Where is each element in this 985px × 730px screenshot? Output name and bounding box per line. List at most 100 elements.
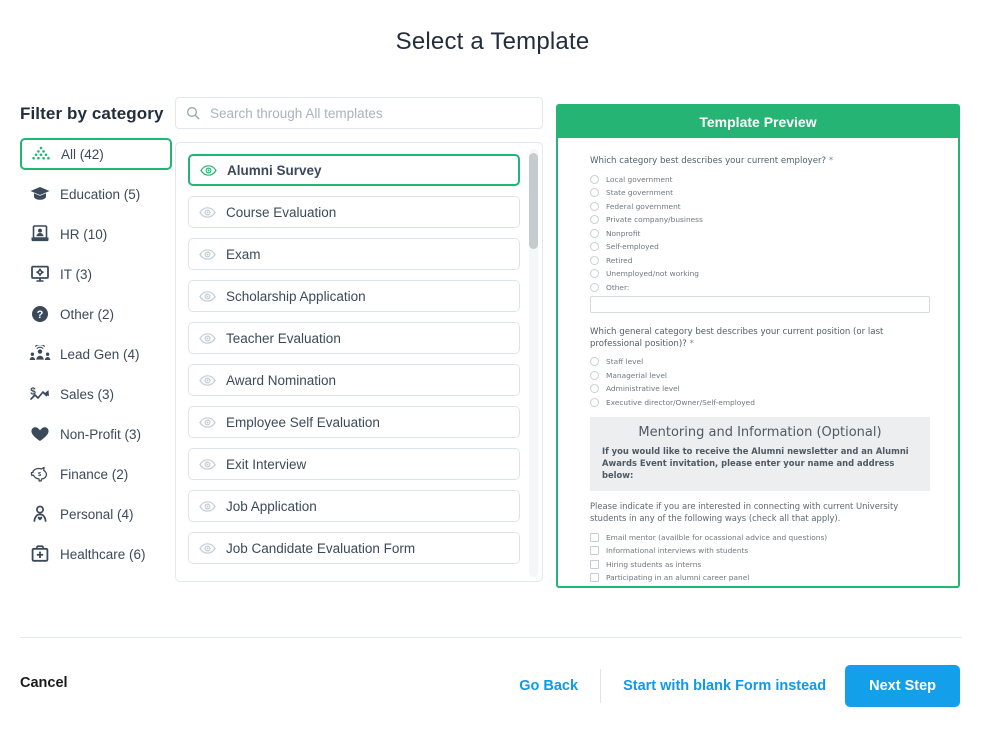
template-item-label: Award Nomination bbox=[226, 372, 337, 388]
template-item-teacher-evaluation[interactable]: Teacher Evaluation bbox=[188, 322, 520, 354]
radio-icon[interactable] bbox=[590, 255, 599, 265]
go-back-button[interactable]: Go Back bbox=[519, 678, 600, 694]
question-circle-icon: ? bbox=[29, 303, 51, 325]
preview-mentoring-title: Mentoring and Information (Optional) bbox=[638, 424, 882, 440]
template-item-label: Alumni Survey bbox=[227, 162, 322, 178]
preview-radio-option-other[interactable]: Other: bbox=[590, 282, 930, 292]
template-item-course-evaluation[interactable]: Course Evaluation bbox=[188, 196, 520, 228]
page-title: Select a Template bbox=[395, 28, 590, 55]
checkbox-icon[interactable] bbox=[590, 546, 599, 556]
sidebar-item-all[interactable]: All (42) bbox=[20, 138, 172, 170]
radio-icon[interactable] bbox=[590, 357, 599, 367]
radio-icon[interactable] bbox=[590, 188, 599, 198]
preview-radio-option[interactable]: Retired bbox=[590, 255, 930, 265]
preview-question-1: Which category best describes your curre… bbox=[590, 156, 930, 168]
required-marker: * bbox=[689, 338, 694, 349]
sidebar-item-label: Finance (2) bbox=[60, 466, 129, 482]
template-item-job-application[interactable]: Job Application bbox=[188, 490, 520, 522]
preview-checkbox-option[interactable]: Hiring students as interns bbox=[590, 559, 930, 569]
option-label: Self-employed bbox=[606, 242, 659, 252]
preview-question-2: Which general category best describes yo… bbox=[590, 327, 930, 350]
radio-icon[interactable] bbox=[590, 174, 599, 184]
option-label: Nonprofit bbox=[606, 228, 641, 238]
sidebar-item-healthcare[interactable]: Healthcare (6) bbox=[20, 538, 172, 570]
preview-radio-option[interactable]: Self-employed bbox=[590, 242, 930, 252]
option-label: Retired bbox=[606, 255, 633, 265]
preview-radio-option[interactable]: Executive director/Owner/Self-employed bbox=[590, 397, 930, 407]
sidebar-item-other[interactable]: ? Other (2) bbox=[20, 298, 172, 330]
radio-icon[interactable] bbox=[590, 228, 599, 238]
option-label: Other: bbox=[606, 282, 630, 292]
preview-radio-option[interactable]: Local government bbox=[590, 174, 930, 184]
person-in-tray-icon bbox=[29, 223, 51, 245]
option-label: Local government bbox=[606, 174, 673, 184]
option-label: Unemployed/not working bbox=[606, 269, 699, 279]
sidebar-item-label: Personal (4) bbox=[60, 506, 134, 522]
checkbox-icon[interactable] bbox=[590, 559, 599, 569]
preview-radio-option[interactable]: Federal government bbox=[590, 201, 930, 211]
radio-icon[interactable] bbox=[590, 397, 599, 407]
search-input[interactable] bbox=[208, 104, 532, 122]
template-item-label: Employee Self Evaluation bbox=[226, 414, 380, 430]
preview-other-text-field[interactable] bbox=[590, 296, 930, 314]
sidebar-item-personal[interactable]: Personal (4) bbox=[20, 498, 172, 530]
radio-icon[interactable] bbox=[590, 282, 599, 292]
template-item-exam[interactable]: Exam bbox=[188, 238, 520, 270]
next-step-button[interactable]: Next Step bbox=[845, 665, 960, 707]
preview-radio-option[interactable]: Private company/business bbox=[590, 215, 930, 225]
preview-checkbox-option[interactable]: Participating in an alumni career panel bbox=[590, 573, 930, 583]
eye-icon bbox=[199, 456, 216, 473]
template-list-scrollbar-thumb[interactable] bbox=[529, 153, 538, 249]
sidebar-item-finance[interactable]: $ Finance (2) bbox=[20, 458, 172, 490]
template-item-scholarship-application[interactable]: Scholarship Application bbox=[188, 280, 520, 312]
heart-icon bbox=[29, 423, 51, 445]
preview-checkbox-option[interactable]: Informational interviews with students bbox=[590, 546, 930, 556]
start-with-blank-form-button[interactable]: Start with blank Form instead bbox=[601, 678, 845, 694]
radio-icon[interactable] bbox=[590, 384, 599, 394]
option-label: Hiring students as interns bbox=[606, 559, 702, 569]
checkbox-icon[interactable] bbox=[590, 573, 599, 583]
radio-icon[interactable] bbox=[590, 242, 599, 252]
template-item-award-nomination[interactable]: Award Nomination bbox=[188, 364, 520, 396]
eye-icon bbox=[199, 204, 216, 221]
sidebar-item-hr[interactable]: HR (10) bbox=[20, 218, 172, 250]
preview-radio-option[interactable]: Staff level bbox=[590, 357, 930, 367]
eye-icon bbox=[200, 162, 217, 179]
sidebar-item-label: Education (5) bbox=[60, 186, 141, 202]
radio-icon[interactable] bbox=[590, 201, 599, 211]
footer-actions: Go Back Start with blank Form instead Ne… bbox=[519, 665, 960, 707]
sidebar-item-non-profit[interactable]: Non-Profit (3) bbox=[20, 418, 172, 450]
radio-icon[interactable] bbox=[590, 370, 599, 380]
preview-radio-option[interactable]: State government bbox=[590, 188, 930, 198]
main-content: Filter by category All (42) Education (5… bbox=[0, 97, 985, 597]
svg-text:?: ? bbox=[37, 309, 44, 321]
template-item-job-candidate-evaluation-form[interactable]: Job Candidate Evaluation Form bbox=[188, 532, 520, 564]
radio-icon[interactable] bbox=[590, 269, 599, 279]
template-item-exit-interview[interactable]: Exit Interview bbox=[188, 448, 520, 480]
template-browser: Alumni Survey Course Evaluation bbox=[175, 97, 543, 582]
sidebar-item-sales[interactable]: $ Sales (3) bbox=[20, 378, 172, 410]
template-item-employee-self-evaluation[interactable]: Employee Self Evaluation bbox=[188, 406, 520, 438]
eye-icon bbox=[199, 246, 216, 263]
cancel-button[interactable]: Cancel bbox=[20, 675, 68, 691]
preview-radio-option[interactable]: Administrative level bbox=[590, 384, 930, 394]
sidebar-item-lead-gen[interactable]: Lead Gen (4) bbox=[20, 338, 172, 370]
preview-radio-option[interactable]: Nonprofit bbox=[590, 228, 930, 238]
sidebar-item-label: Healthcare (6) bbox=[60, 546, 146, 562]
sidebar-item-it[interactable]: IT (3) bbox=[20, 258, 172, 290]
option-label: Administrative level bbox=[606, 384, 680, 394]
eye-icon bbox=[199, 288, 216, 305]
search-box[interactable] bbox=[175, 97, 543, 129]
template-item-alumni-survey[interactable]: Alumni Survey bbox=[188, 154, 520, 186]
required-marker: * bbox=[828, 156, 834, 166]
preview-radio-option[interactable]: Unemployed/not working bbox=[590, 269, 930, 279]
preview-radio-option[interactable]: Managerial level bbox=[590, 370, 930, 380]
sidebar-item-label: All (42) bbox=[61, 146, 104, 162]
preview-checkbox-option[interactable]: Email mentor (availble for ocassional ad… bbox=[590, 532, 930, 542]
checkbox-icon[interactable] bbox=[590, 587, 599, 588]
option-label: Informational interviews with students bbox=[606, 546, 749, 556]
preview-checkbox-option[interactable]: Giving guest lectures bbox=[590, 587, 930, 588]
radio-icon[interactable] bbox=[590, 215, 599, 225]
checkbox-icon[interactable] bbox=[590, 532, 599, 542]
sidebar-item-education[interactable]: Education (5) bbox=[20, 178, 172, 210]
